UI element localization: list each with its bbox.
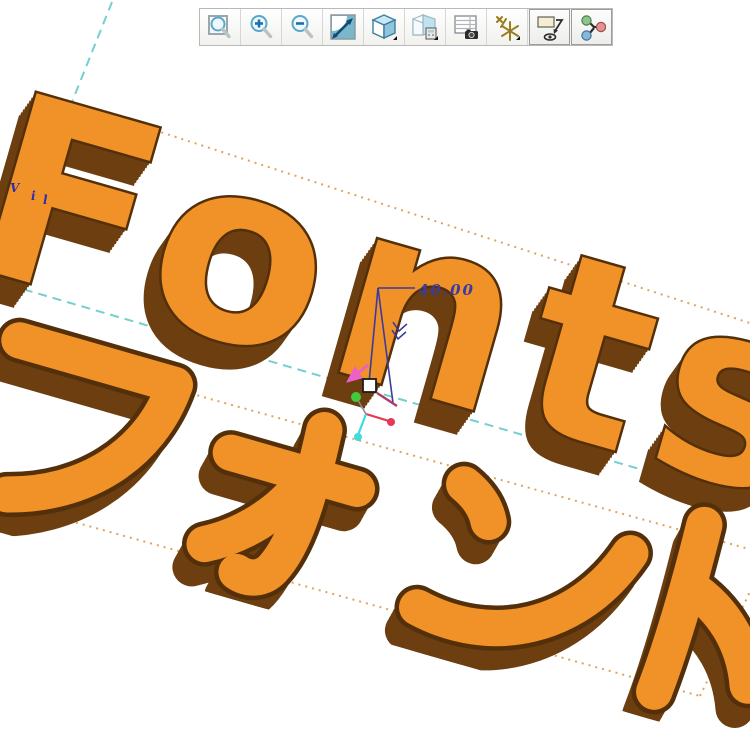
cube-icon — [370, 13, 398, 41]
datum-display-button[interactable] — [487, 9, 528, 45]
dimension-value: 40.00 — [418, 281, 475, 299]
csys-y-dot — [354, 433, 362, 441]
magnifier-plus-icon — [247, 13, 275, 41]
cube-keypad-icon — [411, 13, 439, 41]
shaded-view-button[interactable] — [323, 9, 364, 45]
csys-x-dot — [387, 418, 395, 426]
zoom-in-button[interactable] — [241, 9, 282, 45]
view-snapshot-button[interactable] — [405, 9, 446, 45]
datum-tag-i[interactable]: i — [31, 189, 36, 203]
model-tree-button[interactable] — [571, 9, 612, 45]
edge-highlight — [377, 393, 397, 406]
table-camera-icon — [452, 13, 480, 41]
magnifier-minus-icon — [288, 13, 316, 41]
annotation-display-button[interactable] — [529, 9, 570, 45]
shaded-arc-icon — [329, 13, 357, 41]
cad-viewport[interactable]: Fonts — [0, 0, 750, 750]
magnifier-box-icon — [206, 13, 234, 41]
zoom-window-button[interactable] — [200, 9, 241, 45]
dimension-40[interactable]: 40.00 — [369, 281, 475, 403]
view-toolbar — [199, 8, 613, 46]
vertex-handle[interactable] — [363, 379, 376, 392]
datum-tag-v[interactable]: V — [10, 181, 21, 195]
isometric-view-button[interactable] — [364, 9, 405, 45]
node-graph-icon — [578, 13, 606, 41]
csys-origin-dot — [351, 392, 361, 402]
zoom-out-button[interactable] — [282, 9, 323, 45]
datum-asterisk-icon — [493, 13, 521, 41]
note-eye-icon — [536, 13, 564, 41]
datum-tag-l[interactable]: l — [43, 193, 48, 207]
report-table-button[interactable] — [446, 9, 487, 45]
annotation-layer: V i l 40.00 — [0, 0, 750, 750]
